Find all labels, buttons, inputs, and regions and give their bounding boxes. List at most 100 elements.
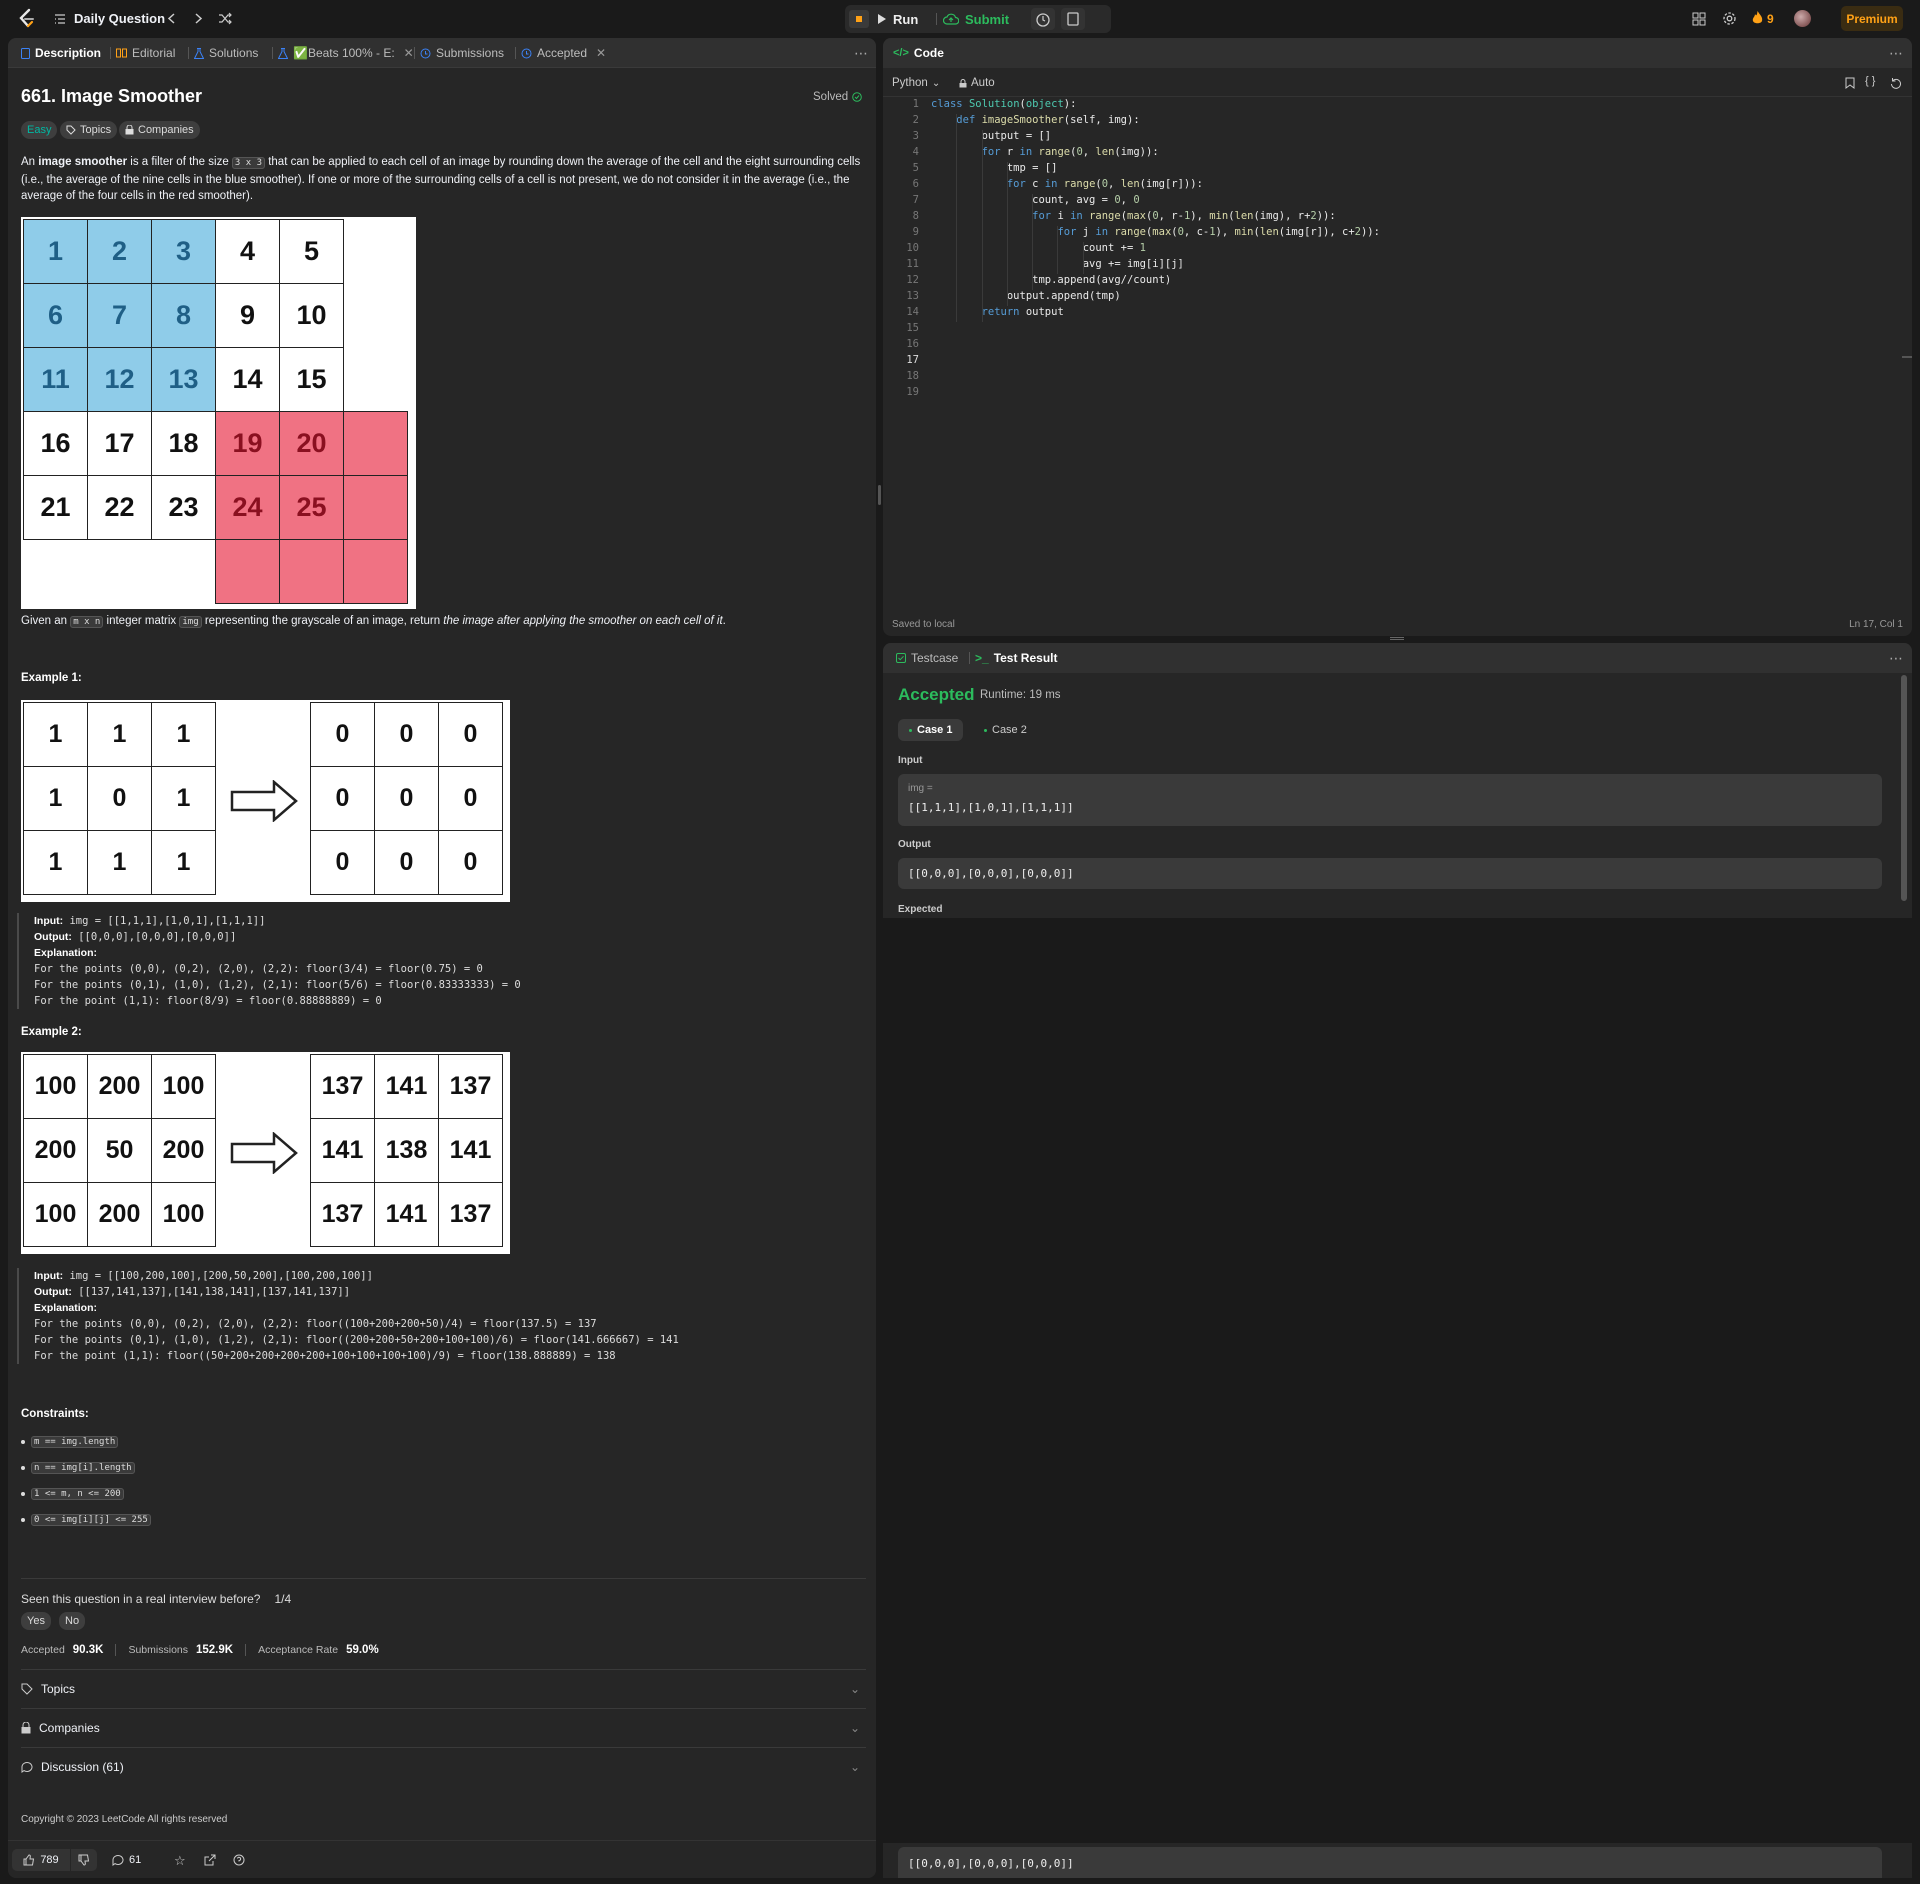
test-tab-bar: Testcase >_ Test Result ⋯	[883, 643, 1912, 673]
close-tab-icon[interactable]: ✕	[596, 46, 606, 60]
tab-submissions[interactable]: Submissions	[420, 38, 504, 68]
case-2-tab[interactable]: Case 2	[973, 719, 1038, 741]
indent-guide	[981, 130, 983, 322]
tab-accepted[interactable]: Accepted ✕	[521, 38, 606, 68]
lock-icon	[125, 125, 134, 135]
more-options-icon[interactable]: ⋯	[1889, 643, 1903, 673]
tag-icon	[66, 125, 76, 135]
case-1-tab[interactable]: Case 1	[898, 719, 964, 741]
reset-icon[interactable]	[1890, 77, 1902, 89]
more-options-icon[interactable]: ⋯	[854, 38, 868, 68]
grid-cell: 137	[310, 1054, 375, 1119]
tab-test-result[interactable]: >_ Test Result	[975, 643, 1057, 673]
grid-cell: 137	[438, 1182, 503, 1247]
code-line: for r in range(0, len(img)):	[981, 146, 1159, 158]
line-number: 9	[912, 226, 919, 238]
layout-grid-icon[interactable]	[1692, 12, 1706, 26]
line-number: 4	[912, 146, 919, 158]
more-options-icon[interactable]: ⋯	[1889, 38, 1903, 68]
problem-title: 661. Image Smoother	[21, 86, 203, 106]
grid-cell: 141	[438, 1118, 503, 1183]
dislike-button[interactable]	[71, 1849, 97, 1871]
tab-solutions[interactable]: Solutions	[194, 38, 258, 68]
topics-chip[interactable]: Topics	[60, 121, 118, 139]
grid-cell	[343, 475, 408, 540]
share-icon[interactable]	[204, 1854, 216, 1866]
companies-chip[interactable]: Companies	[119, 121, 200, 139]
list-icon[interactable]	[54, 13, 66, 25]
example-1-heading: Example 1:	[21, 672, 82, 684]
star-icon[interactable]: ☆	[174, 1853, 186, 1869]
next-question-icon[interactable]	[192, 12, 204, 25]
grid-cell: 1	[23, 702, 88, 767]
run-button[interactable]: Run	[877, 5, 918, 33]
code-line: class Solution(object):	[931, 98, 1077, 110]
shuffle-icon[interactable]	[218, 12, 232, 25]
grid-cell: 23	[151, 475, 216, 540]
close-tab-icon[interactable]: ✕	[404, 46, 414, 60]
line-number: 19	[906, 386, 919, 398]
format-code-icon[interactable]: { }	[1865, 75, 1875, 87]
code-line: def imageSmoother(self, img):	[956, 114, 1140, 126]
interview-question: Seen this question in a real interview b…	[21, 1592, 292, 1606]
streak-fire-icon[interactable]	[1752, 11, 1763, 25]
code-tab-bar: </> Code ⋯	[883, 38, 1912, 68]
leetcode-logo-icon[interactable]	[16, 8, 36, 30]
like-button[interactable]: 789	[12, 1849, 70, 1871]
line-number: 14	[906, 306, 919, 318]
daily-question-link[interactable]: Daily Question	[74, 11, 165, 26]
input-value: [[1,1,1],[1,0,1],[1,1,1]]	[908, 801, 1074, 814]
auto-format-toggle[interactable]: Auto	[959, 72, 995, 94]
timer-icon[interactable]	[1031, 5, 1055, 33]
user-avatar[interactable]	[1794, 10, 1811, 27]
grid-cell: 1	[87, 702, 152, 767]
vertical-resize-handle[interactable]	[878, 485, 881, 505]
notes-icon[interactable]	[1061, 5, 1085, 33]
scrollbar[interactable]	[1901, 675, 1907, 901]
interview-yes-button[interactable]: Yes	[21, 1612, 51, 1630]
comments-button[interactable]: 61	[112, 1849, 141, 1871]
tab-testcase[interactable]: Testcase	[896, 643, 958, 673]
expected-box: [[0,0,0],[0,0,0],[0,0,0]]	[898, 1847, 1882, 1878]
help-icon[interactable]	[233, 1854, 245, 1866]
topics-accordion[interactable]: Topics ⌄	[21, 1670, 866, 1708]
tab-description[interactable]: Description	[21, 38, 101, 68]
submit-button[interactable]: Submit	[943, 5, 1009, 33]
line-number: 5	[912, 162, 919, 174]
line-number: 18	[906, 370, 919, 382]
tag-icon	[21, 1683, 33, 1695]
grid-cell: 0	[310, 830, 375, 895]
grid-cell: 138	[374, 1118, 439, 1183]
constraint-item: 0 <= img[i][j] <= 255	[21, 1514, 151, 1526]
difficulty-badge[interactable]: Easy	[21, 121, 58, 139]
problem-statement: Given an m x n integer matrix img repres…	[21, 615, 726, 628]
grid-cell: 100	[23, 1054, 88, 1119]
code-line: count += 1	[931, 242, 1146, 254]
interview-no-button[interactable]: No	[59, 1612, 86, 1630]
language-selector[interactable]: Python ⌄	[892, 72, 940, 94]
bookmark-icon[interactable]	[1845, 77, 1855, 89]
settings-gear-icon[interactable]	[1722, 11, 1737, 26]
tab-solution-post[interactable]: ✅Beats 100% - E: ✕	[278, 38, 414, 68]
example-2-figure: 100 200 100 200 50 200 100 200 100 137 141 137 141 13…	[21, 1052, 510, 1254]
save-status: Saved to local	[892, 619, 955, 630]
tab-code[interactable]: </> Code	[893, 38, 944, 68]
code-editor[interactable]: 1 class Solution(object): 2 def imageSmoot…	[883, 98, 1912, 598]
tab-editorial[interactable]: Editorial	[116, 38, 175, 68]
grid-cell	[279, 539, 344, 604]
panel-resize-handle[interactable]	[1390, 637, 1404, 640]
debug-icon[interactable]	[849, 5, 869, 33]
premium-button[interactable]: Premium	[1841, 6, 1903, 31]
companies-accordion[interactable]: Companies ⌄	[21, 1709, 866, 1747]
grid-cell: 100	[23, 1182, 88, 1247]
line-number: 10	[906, 242, 919, 254]
indent-guide	[1082, 242, 1084, 274]
line-number: 16	[906, 338, 919, 350]
lock-icon	[21, 1722, 31, 1734]
grid-cell: 13	[151, 347, 216, 412]
prev-question-icon[interactable]	[166, 12, 178, 25]
example-2-block: Input: img = [[100,200,100],[200,50,200]…	[17, 1268, 867, 1364]
engagement-bar: 789 61 ☆	[8, 1840, 876, 1878]
discussion-accordion[interactable]: Discussion (61) ⌄	[21, 1748, 866, 1786]
output-box: [[0,0,0],[0,0,0],[0,0,0]]	[898, 858, 1882, 889]
